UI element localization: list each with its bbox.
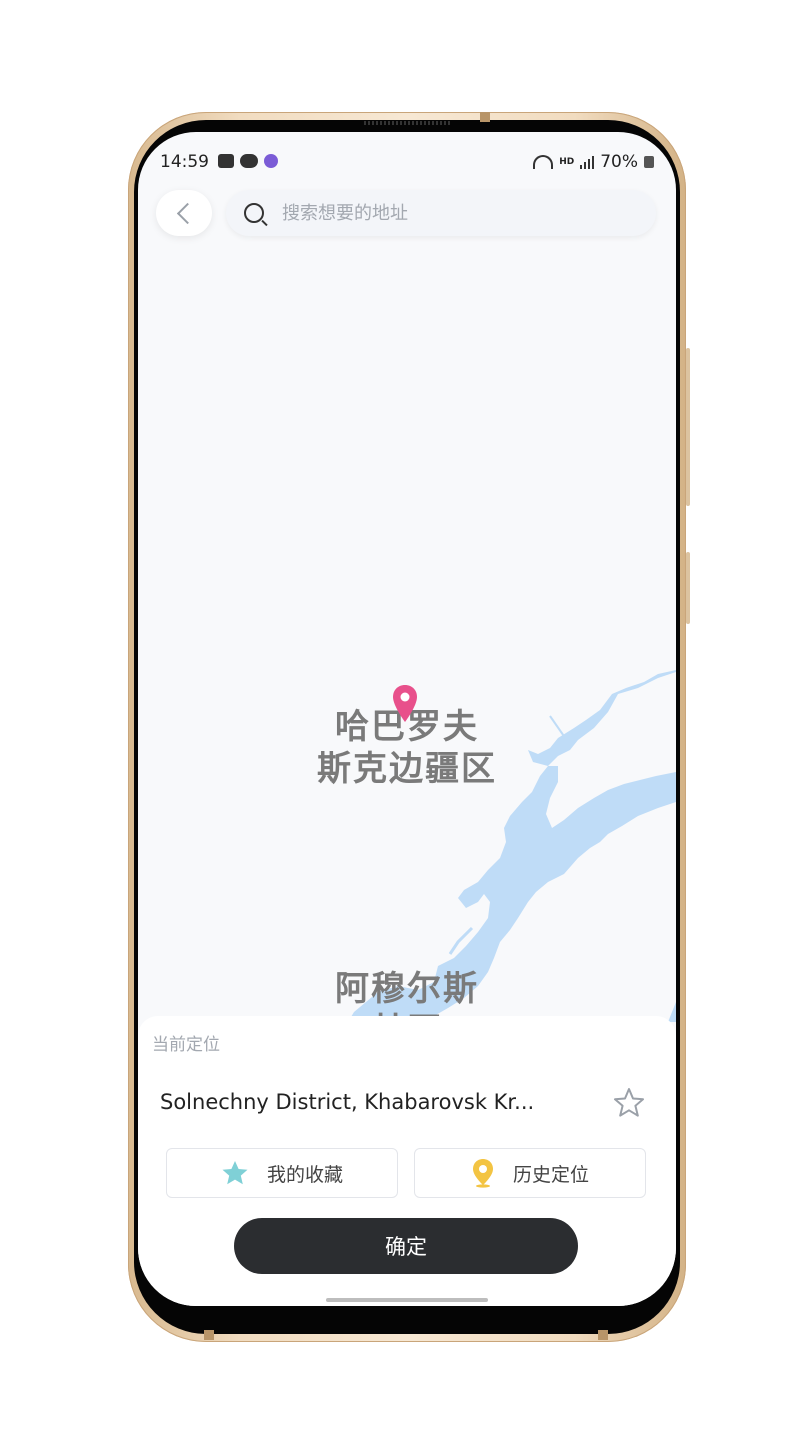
search-bar[interactable] xyxy=(226,190,656,236)
frame-antenna-line xyxy=(480,112,490,122)
chevron-left-icon xyxy=(176,202,198,224)
current-location-name: Solnechny District, Khabarovsk Kr... xyxy=(160,1090,535,1114)
cloud-icon xyxy=(240,154,258,168)
search-input[interactable] xyxy=(280,201,624,225)
frame-antenna-line xyxy=(204,1330,214,1340)
favorite-star-icon[interactable] xyxy=(612,1086,646,1120)
search-icon xyxy=(244,203,264,223)
notification-icons xyxy=(218,154,278,168)
home-indicator[interactable] xyxy=(326,1298,488,1302)
history-pin-icon xyxy=(472,1159,493,1188)
status-bar: 14:59 HD 70% xyxy=(138,132,676,192)
back-button[interactable] xyxy=(156,190,212,236)
app-badge-icon xyxy=(264,154,278,168)
frame-antenna-line xyxy=(598,1330,608,1340)
speaker-grille xyxy=(364,121,450,125)
my-favorites-button[interactable]: 我的收藏 xyxy=(166,1148,398,1198)
status-time: 14:59 xyxy=(160,152,209,172)
current-location-heading: 当前定位 xyxy=(152,1035,220,1055)
history-location-label: 历史定位 xyxy=(512,1163,589,1186)
power-button xyxy=(686,552,690,624)
wifi-icon xyxy=(533,155,554,169)
hd-indicator: HD xyxy=(559,157,575,167)
battery-percent: 70% xyxy=(600,152,638,172)
my-favorites-label: 我的收藏 xyxy=(266,1163,343,1186)
star-filled-icon xyxy=(222,1161,248,1185)
location-pin-icon xyxy=(393,685,417,722)
system-status: HD 70% xyxy=(533,152,654,172)
water-layer xyxy=(348,670,676,1022)
region-name-line2: 斯克边疆区 xyxy=(317,749,497,789)
location-sheet: 当前定位 Solnechny District, Khabarovsk Kr..… xyxy=(138,1016,676,1306)
district-name-line1: 阿穆尔斯 xyxy=(335,969,479,1009)
history-location-button[interactable]: 历史定位 xyxy=(414,1148,646,1198)
map-view[interactable]: 哈巴罗夫 斯克边疆区 阿穆尔斯 基区 国内 国外 xyxy=(138,242,676,1098)
battery-icon xyxy=(644,156,654,168)
app-screen: 14:59 HD 70% 哈巴罗夫 斯克边疆区 阿穆尔斯 搜索想要的地址 当前定… xyxy=(138,132,676,1306)
confirm-button[interactable]: 确定 xyxy=(234,1218,578,1274)
signal-icon xyxy=(580,155,595,169)
volume-button xyxy=(686,348,690,506)
gallery-icon xyxy=(218,154,234,168)
